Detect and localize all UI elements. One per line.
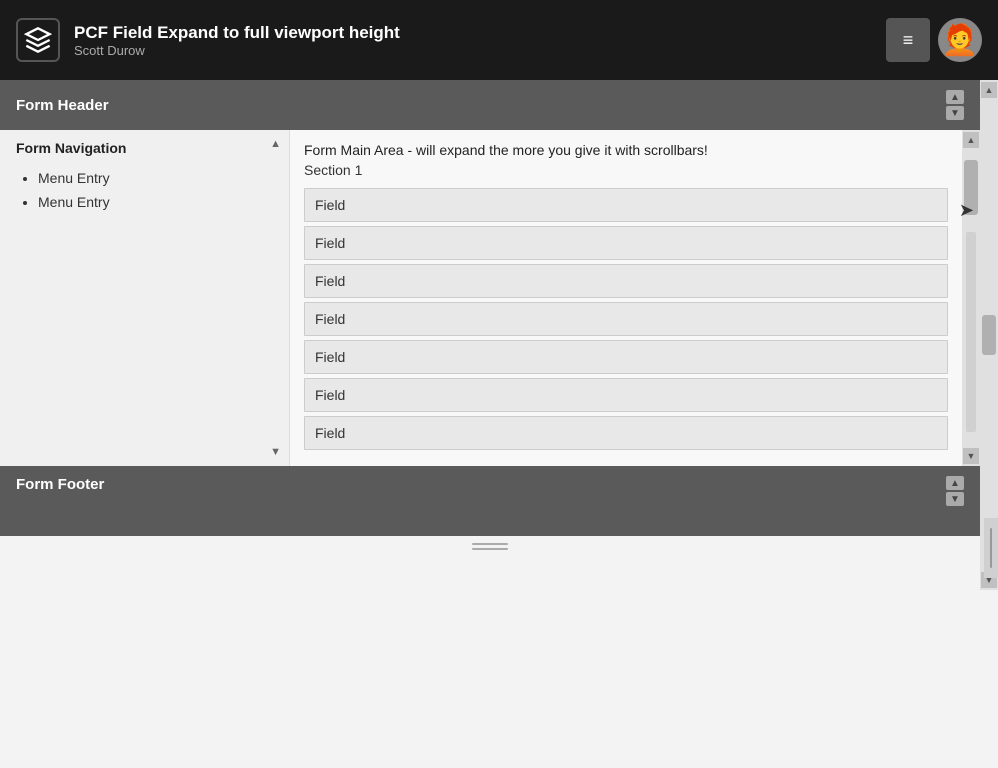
- form-main-inner: Form Main Area - will expand the more yo…: [290, 130, 962, 466]
- field-row-3[interactable]: Field: [304, 264, 948, 298]
- nav-scroll-down-arrow[interactable]: ▼: [270, 446, 281, 458]
- form-main-area: Form Main Area - will expand the more yo…: [290, 130, 962, 466]
- nav-menu-list: Menu Entry Menu Entry: [16, 170, 273, 218]
- outer-scroll-up[interactable]: ▲: [981, 82, 997, 98]
- section-title: Section 1: [304, 162, 948, 178]
- main-scroll-down[interactable]: ▼: [963, 448, 979, 464]
- footer-scroll-down[interactable]: ▼: [946, 492, 964, 506]
- form-header: Form Header ▲ ▼: [0, 80, 980, 130]
- resize-handle[interactable]: [0, 536, 980, 556]
- footer-scrollbar: ▲ ▼: [946, 476, 964, 506]
- field-row-1[interactable]: Field: [304, 188, 948, 222]
- field-3-label: Field: [315, 273, 345, 289]
- field-4-label: Field: [315, 311, 345, 327]
- main-scrollbar-thumb: [964, 160, 978, 215]
- app-subtitle: Scott Durow: [74, 43, 872, 58]
- field-row-7[interactable]: Field: [304, 416, 948, 450]
- main-content: Form Header ▲ ▼ ▲ Form Navigation Menu E…: [0, 80, 980, 556]
- header-scroll-down[interactable]: ▼: [946, 106, 964, 120]
- avatar-image: 🧑‍🦰: [941, 23, 978, 58]
- form-body: ▲ Form Navigation Menu Entry Menu Entry …: [0, 130, 980, 466]
- field-7-label: Field: [315, 425, 345, 441]
- app-logo: [16, 18, 60, 62]
- form-footer-label: Form Footer: [16, 476, 104, 493]
- form-navigation-panel: ▲ Form Navigation Menu Entry Menu Entry …: [0, 130, 290, 466]
- cube-icon: [24, 26, 52, 54]
- form-header-label: Form Header: [16, 97, 109, 114]
- top-bar-actions: ≡ 🧑‍🦰: [886, 18, 982, 62]
- resize-line-1: [472, 543, 508, 545]
- top-navigation-bar: PCF Field Expand to full viewport height…: [0, 0, 998, 80]
- form-main-title: Form Main Area - will expand the more yo…: [304, 142, 948, 158]
- field-5-label: Field: [315, 349, 345, 365]
- app-title: PCF Field Expand to full viewport height: [74, 23, 872, 43]
- form-footer: Form Footer ▲ ▼: [0, 466, 980, 536]
- avatar[interactable]: 🧑‍🦰: [938, 18, 982, 62]
- field-1-label: Field: [315, 197, 345, 213]
- nav-menu-item-2-label: Menu Entry: [38, 194, 110, 210]
- nav-menu-item-1[interactable]: Menu Entry: [38, 170, 273, 186]
- title-group: PCF Field Expand to full viewport height…: [74, 23, 872, 58]
- field-row-4[interactable]: Field: [304, 302, 948, 336]
- outer-scrollbar-thumb: [982, 315, 996, 355]
- outer-scrollbar[interactable]: ▲ ▼: [980, 80, 998, 590]
- nav-scroll-up-arrow[interactable]: ▲: [270, 138, 281, 150]
- main-scrollbar-track-inner: [966, 232, 976, 432]
- field-row-2[interactable]: Field: [304, 226, 948, 260]
- form-nav-title: Form Navigation: [16, 140, 273, 156]
- field-2-label: Field: [315, 235, 345, 251]
- header-scrollbar: ▲ ▼: [946, 90, 964, 120]
- menu-toggle-button[interactable]: ≡: [886, 18, 930, 62]
- field-row-5[interactable]: Field: [304, 340, 948, 374]
- resize-lines: [472, 543, 508, 550]
- main-scroll-up[interactable]: ▲: [963, 132, 979, 148]
- header-scroll-up[interactable]: ▲: [946, 90, 964, 104]
- field-6-label: Field: [315, 387, 345, 403]
- field-row-6[interactable]: Field: [304, 378, 948, 412]
- hamburger-icon: ≡: [903, 30, 914, 51]
- resize-line-2: [472, 548, 508, 550]
- side-resize-grip[interactable]: [984, 518, 998, 578]
- side-resize-grip-bar: [990, 528, 992, 568]
- nav-menu-item-2[interactable]: Menu Entry: [38, 194, 273, 210]
- nav-menu-item-1-label: Menu Entry: [38, 170, 110, 186]
- footer-scroll-up[interactable]: ▲: [946, 476, 964, 490]
- main-scrollbar[interactable]: ▲ ▼: [962, 130, 980, 466]
